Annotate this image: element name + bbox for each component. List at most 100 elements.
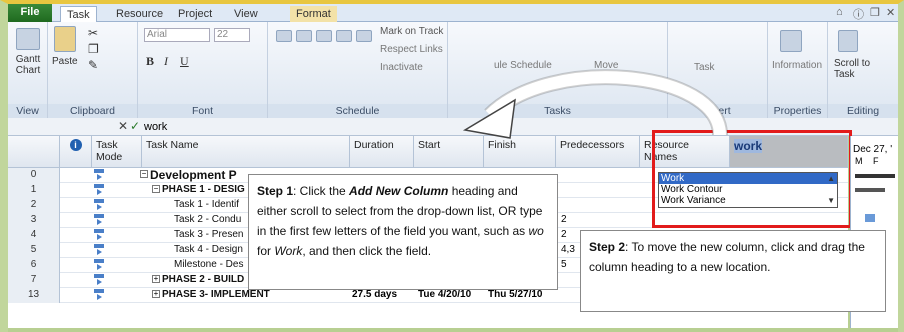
group-font: Arial 22 B I U Font xyxy=(138,22,268,118)
cut-icon[interactable]: ✂ xyxy=(88,26,98,40)
select-all-corner[interactable] xyxy=(8,136,60,168)
predecessors-cell[interactable]: 2 xyxy=(561,228,567,242)
highlight-box xyxy=(652,130,852,228)
tab-project[interactable]: Project xyxy=(172,6,218,22)
row-number[interactable]: 5 xyxy=(8,243,60,258)
pct-0-icon[interactable] xyxy=(276,30,292,42)
auto-schedule-icon xyxy=(94,184,104,195)
gantt-day-m: M xyxy=(855,156,863,166)
auto-schedule-icon xyxy=(94,289,104,300)
finish-header[interactable]: Finish xyxy=(484,136,556,168)
row-number[interactable]: 1 xyxy=(8,183,60,198)
tab-file[interactable]: File xyxy=(8,4,52,22)
tab-resource[interactable]: Resource xyxy=(110,6,169,22)
task-name-cell[interactable]: PHASE 2 - BUILD xyxy=(162,273,244,287)
row-number[interactable]: 4 xyxy=(8,228,60,243)
row-number[interactable]: 2 xyxy=(8,198,60,213)
finish-cell[interactable]: Thu 5/27/10 xyxy=(488,288,542,302)
expand-icon[interactable]: + xyxy=(152,290,160,298)
pct-75-icon[interactable] xyxy=(336,30,352,42)
accept-entry-icon[interactable]: ✓ xyxy=(130,119,140,133)
pct-25-icon[interactable] xyxy=(296,30,312,42)
task-name-cell[interactable]: PHASE 1 - DESIG xyxy=(162,183,245,197)
auto-schedule-icon xyxy=(94,169,104,180)
task-name-header[interactable]: Task Name xyxy=(142,136,350,168)
scroll-to-task-icon[interactable] xyxy=(838,30,858,52)
restore-icon[interactable]: ❐ xyxy=(870,6,880,19)
gantt-phase-bar[interactable] xyxy=(855,188,885,192)
task-mode-header[interactable]: Task Mode xyxy=(92,136,142,168)
gantt-chart-label[interactable]: Gantt Chart xyxy=(10,54,46,76)
gantt-date-label: Dec 27, ' xyxy=(853,144,893,155)
group-view-label: View xyxy=(8,104,47,118)
auto-schedule-icon xyxy=(94,274,104,285)
step1-emphasis: Add New Column xyxy=(349,184,449,198)
gantt-summary-bar[interactable] xyxy=(855,174,895,178)
mark-on-track-button[interactable]: Mark on Track xyxy=(380,26,443,37)
step1-text-a: : Click the xyxy=(293,184,350,198)
predecessors-header[interactable]: Predecessors xyxy=(556,136,640,168)
duration-cell[interactable]: 27.5 days xyxy=(352,288,397,302)
close-icon[interactable]: ✕ xyxy=(886,6,895,19)
group-font-label: Font xyxy=(138,104,267,118)
bold-button[interactable]: B xyxy=(146,54,154,69)
scroll-to-task-button[interactable]: Scroll to Task xyxy=(834,58,874,80)
gantt-chart-icon[interactable] xyxy=(16,28,40,50)
row-number[interactable]: 7 xyxy=(8,273,60,288)
collapse-icon[interactable]: − xyxy=(152,185,160,193)
group-view: Gantt Chart View xyxy=(8,22,48,118)
cancel-entry-icon[interactable]: ✕ xyxy=(118,119,128,133)
pct-100-icon[interactable] xyxy=(356,30,372,42)
pct-50-icon[interactable] xyxy=(316,30,332,42)
copy-icon[interactable]: ❐ xyxy=(88,42,99,56)
underline-button[interactable]: U xyxy=(180,54,189,69)
task-name-cell[interactable]: Milestone - Des xyxy=(174,258,243,272)
tab-view[interactable]: View xyxy=(228,6,264,22)
task-name-cell[interactable]: PHASE 3- IMPLEMENT xyxy=(162,288,270,302)
step1-callout: Step 1: Click the Add New Column heading… xyxy=(248,174,558,290)
step1-text-d: , and then click the field. xyxy=(302,244,432,258)
group-clipboard: Paste ✂ ❐ ✎ Clipboard xyxy=(48,22,138,118)
respect-links-button[interactable]: Respect Links xyxy=(380,44,443,55)
predecessors-cell[interactable]: 5 xyxy=(561,258,567,272)
tab-format[interactable]: Format xyxy=(290,6,337,22)
gantt-task-bar[interactable] xyxy=(865,214,875,222)
help-icon[interactable]: ⓘ xyxy=(853,6,864,22)
predecessors-cell[interactable]: 4,3 xyxy=(561,243,575,257)
information-icon[interactable] xyxy=(780,30,802,52)
row-number[interactable]: 6 xyxy=(8,258,60,273)
auto-schedule-icon xyxy=(94,259,104,270)
auto-schedule-icon xyxy=(94,214,104,225)
paste-icon[interactable] xyxy=(54,26,76,52)
predecessors-cell[interactable]: 2 xyxy=(561,213,567,227)
row-number[interactable]: 0 xyxy=(8,168,60,183)
task-name-cell[interactable]: Task 4 - Design xyxy=(174,243,243,257)
inactivate-button[interactable]: Inactivate xyxy=(380,62,423,73)
step2-text: : To move the new column, click and drag… xyxy=(589,240,865,274)
minimize-ribbon-icon[interactable]: ⌂ xyxy=(836,6,843,18)
expand-icon[interactable]: + xyxy=(152,275,160,283)
step1-emphasis-2: wo xyxy=(528,224,544,238)
information-button[interactable]: Information xyxy=(772,60,822,71)
row-number[interactable]: 3 xyxy=(8,213,60,228)
font-size-select[interactable]: 22 xyxy=(214,28,250,42)
italic-button[interactable]: I xyxy=(164,54,168,69)
collapse-icon[interactable]: − xyxy=(140,170,148,178)
task-name-cell[interactable]: Development P xyxy=(150,168,237,182)
format-painter-icon[interactable]: ✎ xyxy=(88,58,98,72)
group-clipboard-label: Clipboard xyxy=(48,104,137,118)
task-name-cell[interactable]: Task 2 - Condu xyxy=(174,213,241,227)
step2-callout: Step 2: To move the new column, click an… xyxy=(580,230,886,312)
duration-header[interactable]: Duration xyxy=(350,136,414,168)
info-column-header[interactable]: i xyxy=(60,136,92,168)
group-properties-label: Properties xyxy=(768,104,827,118)
task-name-cell[interactable]: Task 1 - Identif xyxy=(174,198,239,212)
font-name-select[interactable]: Arial xyxy=(144,28,210,42)
tab-task[interactable]: Task xyxy=(60,6,97,22)
paste-label[interactable]: Paste xyxy=(52,56,78,67)
task-name-cell[interactable]: Task 3 - Presen xyxy=(174,228,243,242)
row-number[interactable]: 13 xyxy=(8,288,60,303)
start-cell[interactable]: Tue 4/20/10 xyxy=(418,288,471,302)
ribbon-tab-bar: File Task Resource Project View Format ⌂… xyxy=(8,4,898,22)
start-header[interactable]: Start xyxy=(414,136,484,168)
